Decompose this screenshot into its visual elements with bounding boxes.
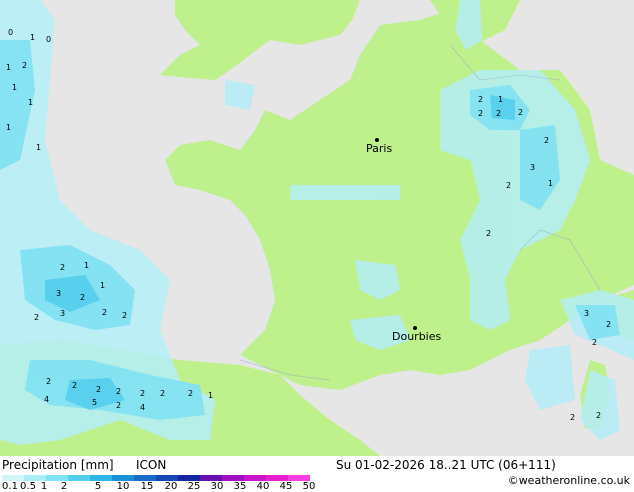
- svg-text:2: 2: [96, 385, 101, 394]
- copyright-credit: ©weatheronline.co.uk: [507, 474, 630, 487]
- svg-text:2: 2: [486, 229, 491, 238]
- svg-text:2: 2: [72, 381, 77, 390]
- colorbar-tick-label: 0.5: [20, 481, 36, 492]
- svg-text:2: 2: [80, 293, 85, 302]
- svg-text:3: 3: [60, 309, 65, 318]
- svg-text:1: 1: [28, 98, 33, 107]
- svg-text:2: 2: [102, 308, 107, 317]
- svg-text:1: 1: [208, 391, 213, 400]
- colorbar-tick-label: 20: [164, 481, 178, 492]
- svg-text:1: 1: [36, 143, 41, 152]
- map-canvas: 01 0 1 21 111 2 11 3 23 2 22 222 2 24 524 221 …: [0, 0, 634, 456]
- land-england: [160, 0, 360, 80]
- svg-text:2: 2: [478, 109, 483, 118]
- precipitation-map: 010 121 111 211 323 222 222 224 524 221 …: [0, 0, 634, 456]
- svg-text:2: 2: [544, 136, 549, 145]
- colorbar-tick-label: 25: [187, 481, 201, 492]
- svg-text:0: 0: [46, 35, 51, 44]
- colorbar-tick-label: 15: [140, 481, 154, 492]
- colorbar-tick-label: 2: [60, 481, 68, 492]
- legend-title: Precipitation [mm]: [2, 458, 114, 472]
- svg-text:1: 1: [6, 63, 11, 72]
- svg-text:1: 1: [498, 95, 503, 104]
- colorbar-tick-label: 40: [256, 481, 270, 492]
- svg-text:5: 5: [92, 398, 97, 407]
- svg-text:2: 2: [570, 413, 575, 422]
- svg-text:2: 2: [496, 109, 501, 118]
- colorbar-tick-label: 45: [279, 481, 293, 492]
- svg-text:3: 3: [56, 289, 61, 298]
- colorbar-tick-label: 1: [40, 481, 48, 492]
- svg-text:2: 2: [606, 320, 611, 329]
- svg-text:4: 4: [44, 395, 49, 404]
- svg-text:2: 2: [60, 263, 65, 272]
- svg-text:2: 2: [116, 401, 121, 410]
- svg-text:2: 2: [22, 61, 27, 70]
- svg-text:2: 2: [506, 181, 511, 190]
- svg-text:2: 2: [116, 387, 121, 396]
- colorbar-swatch: [68, 475, 90, 481]
- colorbar-tick-label: 0.1: [2, 481, 18, 492]
- colorbar-tick-label: 5: [94, 481, 102, 492]
- svg-text:2: 2: [188, 389, 193, 398]
- svg-text:1: 1: [30, 33, 35, 42]
- svg-text:3: 3: [584, 309, 589, 318]
- svg-text:2: 2: [160, 389, 165, 398]
- svg-text:1: 1: [6, 123, 11, 132]
- model-name: ICON: [136, 458, 167, 472]
- svg-text:1: 1: [84, 261, 89, 270]
- svg-text:1: 1: [100, 281, 105, 290]
- svg-text:1: 1: [548, 179, 553, 188]
- svg-text:2: 2: [592, 338, 597, 347]
- svg-text:2: 2: [478, 95, 483, 104]
- colorbar-tick-label: 10: [116, 481, 130, 492]
- svg-text:2: 2: [34, 313, 39, 322]
- svg-text:2: 2: [518, 108, 523, 117]
- city-label-dourbies: Dourbies: [392, 330, 442, 343]
- svg-text:1: 1: [12, 83, 17, 92]
- svg-text:4: 4: [140, 403, 145, 412]
- colorbar-tick-label: 50: [302, 481, 316, 492]
- svg-text:2: 2: [596, 411, 601, 420]
- svg-text:0: 0: [8, 28, 13, 37]
- svg-text:2: 2: [122, 311, 127, 320]
- colorbar-tick-label: 30: [210, 481, 224, 492]
- svg-text:3: 3: [530, 163, 535, 172]
- forecast-datetime: Su 01-02-2026 18..21 UTC (06+111): [336, 458, 556, 472]
- colorbar-tick-label: 35: [233, 481, 247, 492]
- svg-text:2: 2: [46, 377, 51, 386]
- city-label-paris: Paris: [366, 142, 393, 155]
- svg-text:2: 2: [140, 389, 145, 398]
